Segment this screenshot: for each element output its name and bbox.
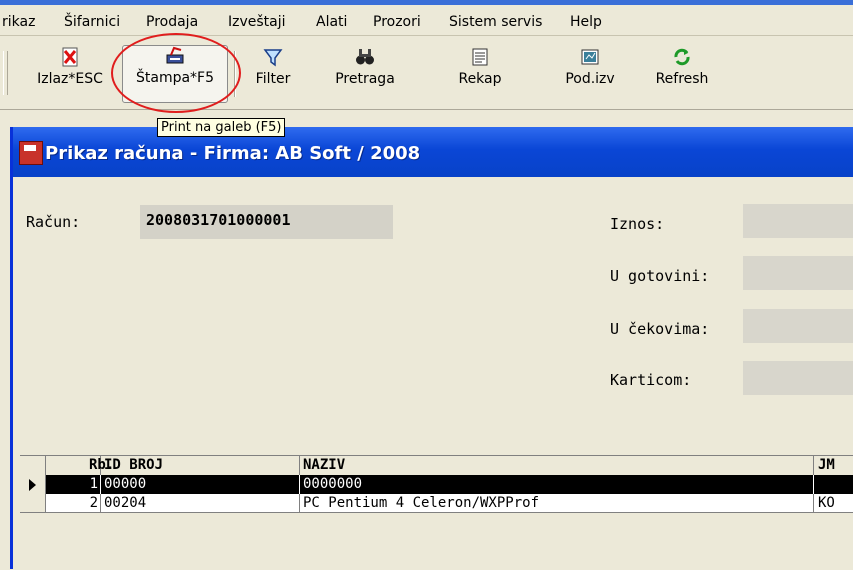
refresh-button[interactable]: Refresh [642, 47, 722, 87]
menu-sistem-servis[interactable]: Sistem servis [449, 14, 542, 30]
row-indicator [20, 494, 46, 513]
print-tooltip: Print na galeb (F5) [157, 118, 286, 137]
toolbar-separator [234, 51, 236, 97]
toolbar: Izlaz*ESC Štampa*F5 Filter Pretraga Reka… [0, 37, 853, 110]
current-row-arrow-icon [29, 479, 36, 491]
window-title: Prikaz računa - Firma: AB Soft / 2008 [45, 143, 421, 164]
kartica-field [743, 361, 853, 395]
menu-izvestaji[interactable]: Izveštaji [228, 14, 286, 30]
header-naziv-label[interactable]: NAZIV [303, 456, 345, 474]
menu-prikaz[interactable]: rikaz [2, 14, 35, 30]
row-rb: 1 [89, 476, 98, 492]
stampa-button[interactable]: Štampa*F5 [122, 45, 228, 103]
filter-label: Filter [255, 71, 291, 87]
window-titlebar[interactable]: Prikaz računa - Firma: AB Soft / 2008 [13, 127, 853, 177]
table-row[interactable]: 2 00204 PC Pentium 4 Celeron/WXPProf KO [20, 494, 853, 514]
toolbar-grip[interactable] [3, 51, 8, 95]
grid-header-indicator [20, 456, 46, 475]
menu-prozori[interactable]: Prozori [373, 14, 421, 30]
rekap-button[interactable]: Rekap [440, 47, 520, 87]
gotovina-label: U gotovini: [610, 267, 710, 285]
row-naziv: PC Pentium 4 Celeron/WXPProf [303, 495, 540, 511]
izlaz-label: Izlaz*ESC [37, 71, 103, 87]
menu-prodaja[interactable]: Prodaja [146, 14, 198, 30]
menu-sifarnici[interactable]: Šifarnici [64, 14, 120, 30]
kartica-label: Karticom: [610, 371, 692, 389]
menu-help[interactable]: Help [570, 14, 602, 30]
iznos-label: Iznos: [610, 215, 665, 233]
refresh-icon [674, 48, 690, 66]
report-icon [581, 49, 599, 65]
header-id-label[interactable]: ID BROJ [104, 456, 163, 474]
binoculars-icon [356, 49, 374, 65]
row-id: 00204 [104, 495, 147, 511]
racun-value: 2008031701000001 [140, 205, 393, 239]
row-jm: KO [818, 495, 835, 511]
print-icon [166, 46, 184, 64]
window-app-icon [19, 141, 43, 165]
filter-icon [263, 49, 283, 67]
racun-label: Račun: [26, 213, 81, 231]
recap-icon [472, 48, 488, 66]
row-naziv: 0000000 [303, 476, 363, 492]
gotovina-field [743, 256, 853, 290]
filter-button[interactable]: Filter [238, 47, 308, 87]
cekovi-field [743, 309, 853, 343]
menu-alati[interactable]: Alati [316, 14, 347, 30]
table-row[interactable]: 1 00000 0000000 [20, 475, 853, 494]
row-indicator [20, 475, 46, 494]
menu-bar: rikaz Šifarnici Prodaja Izveštaji Alati … [0, 0, 853, 36]
iznos-field [743, 204, 853, 238]
row-rb: 2 [89, 495, 98, 511]
pretraga-button[interactable]: Pretraga [322, 47, 408, 87]
grid-empty-area [20, 512, 853, 570]
cekovi-label: U čekovima: [610, 320, 710, 338]
row-id: 00000 [104, 476, 147, 492]
podizv-label: Pod.izv [565, 71, 615, 87]
stampa-label: Štampa*F5 [135, 70, 215, 86]
pretraga-label: Pretraga [335, 71, 395, 87]
header-jm-label[interactable]: JM [818, 456, 835, 474]
rekap-label: Rekap [458, 71, 502, 87]
close-x-icon [62, 47, 78, 67]
grid-header: Rb. ID BROJ NAZIV JM [20, 456, 853, 476]
row-naziv-cell [300, 475, 814, 494]
refresh-label: Refresh [655, 71, 709, 87]
podizv-button[interactable]: Pod.izv [550, 47, 630, 87]
grid-col-naziv [300, 456, 814, 475]
izlaz-button[interactable]: Izlaz*ESC [22, 47, 118, 87]
items-grid: Rb. ID BROJ NAZIV JM 1 00000 0000000 2 0… [20, 455, 853, 514]
